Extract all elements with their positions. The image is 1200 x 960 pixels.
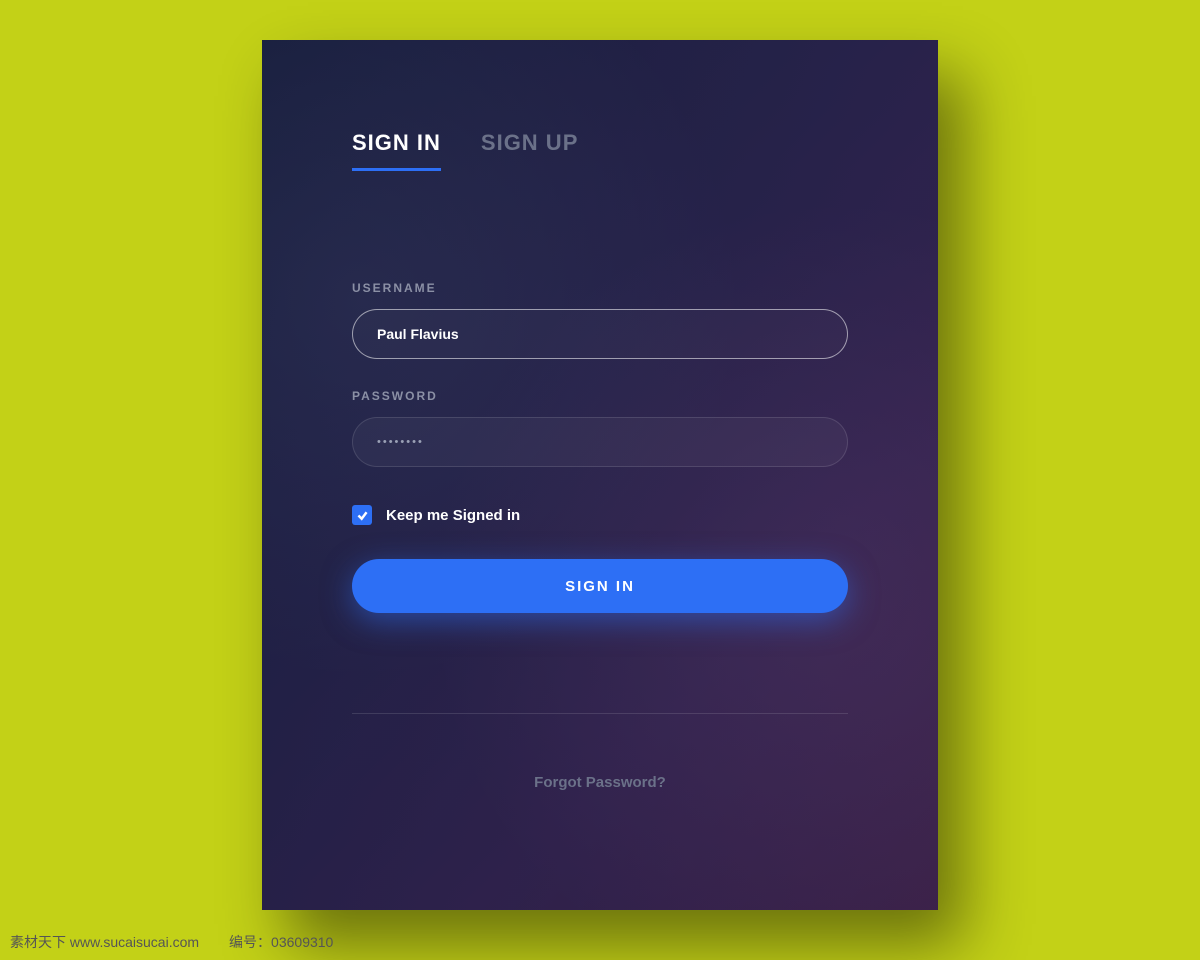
username-group: USERNAME [352, 281, 848, 359]
login-content: SIGN IN SIGN UP USERNAME PASSWORD ••••••… [262, 40, 938, 791]
password-input[interactable]: •••••••• [352, 417, 848, 467]
username-input[interactable] [352, 309, 848, 359]
remember-checkbox[interactable] [352, 505, 372, 525]
remember-label: Keep me Signed in [386, 507, 520, 524]
password-label: PASSWORD [352, 389, 848, 403]
page-meta: 素材天下 www.sucaisucai.com 编号：03609310 [10, 932, 333, 952]
remember-row: Keep me Signed in [352, 505, 848, 525]
username-label: USERNAME [352, 281, 848, 295]
tab-sign-in[interactable]: SIGN IN [352, 130, 441, 171]
divider [352, 713, 848, 714]
password-group: PASSWORD •••••••• [352, 389, 848, 467]
check-icon [356, 509, 369, 522]
tab-sign-up[interactable]: SIGN UP [481, 130, 578, 171]
auth-tabs: SIGN IN SIGN UP [352, 130, 848, 171]
login-card: SIGN IN SIGN UP USERNAME PASSWORD ••••••… [262, 40, 938, 910]
meta-id: 编号：03609310 [229, 932, 333, 952]
meta-site: 素材天下 www.sucaisucai.com [10, 932, 199, 952]
forgot-password-link[interactable]: Forgot Password? [352, 774, 848, 791]
sign-in-button[interactable]: SIGN IN [352, 559, 848, 613]
